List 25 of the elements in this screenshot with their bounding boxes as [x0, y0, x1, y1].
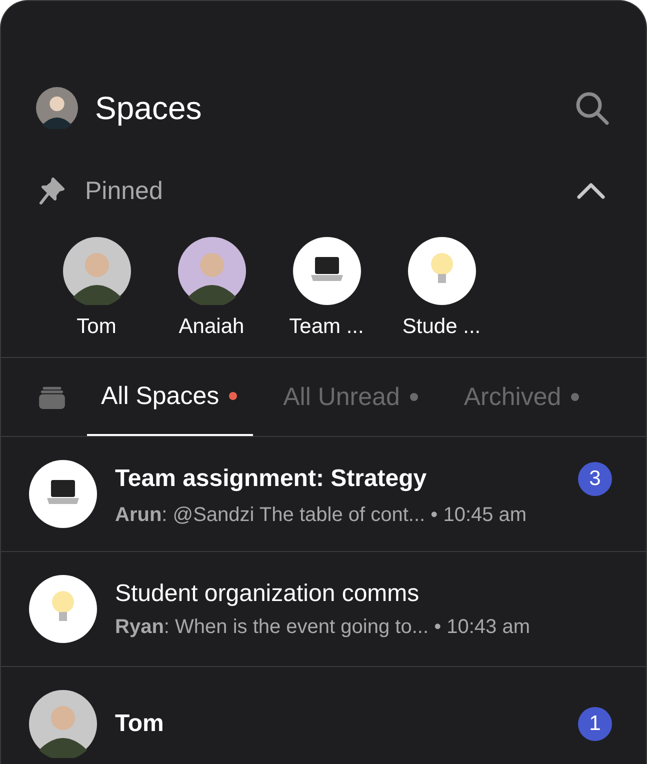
lightbulb-avatar [29, 575, 97, 643]
section-label: Pinned [85, 176, 164, 206]
user-avatar[interactable] [36, 87, 78, 129]
space-title[interactable]: Team assignment: Strategy [115, 464, 427, 492]
lightbulb-avatar[interactable] [408, 237, 476, 305]
unread-count-badge: 1 [578, 707, 612, 741]
archive-tray-icon[interactable] [39, 385, 65, 409]
pinned-space-label: Stude ... [402, 315, 481, 339]
collapse-chevron-icon[interactable] [576, 181, 606, 201]
pinned-space-label: Team ... [289, 315, 364, 339]
space-title[interactable]: Tom [115, 710, 164, 738]
search-icon[interactable] [574, 90, 610, 126]
person-avatar[interactable] [62, 237, 130, 305]
laptop-avatar [29, 460, 97, 528]
message-preview: Arun: @Sandzi The table of cont... • 10:45 am [115, 504, 528, 526]
space-title[interactable]: Student organization comms [115, 580, 420, 608]
pinned-space-label: Anaiah [178, 315, 244, 339]
person-avatar[interactable] [178, 237, 246, 305]
page-title: Spaces [95, 90, 203, 126]
tab[interactable]: All Spaces [87, 358, 254, 436]
pinned-space-label: Tom [76, 315, 116, 339]
unread-count-badge: 3 [578, 462, 612, 496]
message-preview: Ryan: When is the event going to... • 10:43 am [115, 616, 532, 638]
pin-icon [39, 177, 65, 205]
laptop-avatar[interactable] [292, 237, 360, 305]
